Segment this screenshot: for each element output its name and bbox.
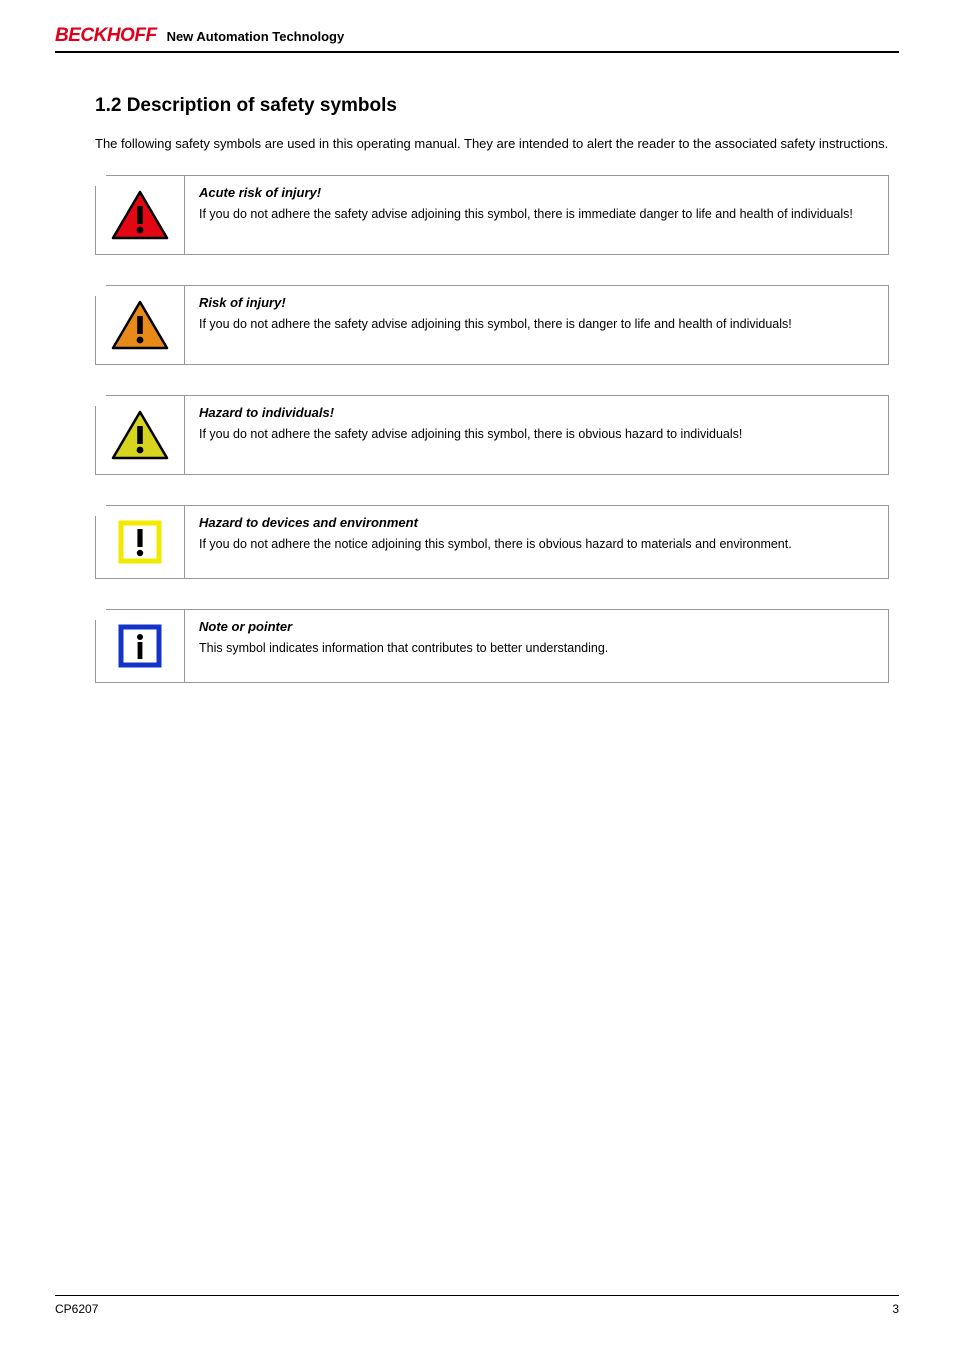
notice-warning: Risk of injury! If you do not adhere the…: [95, 285, 899, 365]
caution-triangle-icon: [111, 410, 169, 460]
info-square-icon: [118, 624, 162, 668]
notice-title: Note or pointer: [199, 618, 874, 636]
brand-logo: BECKHOFF: [55, 25, 157, 47]
notice-title: Hazard to individuals!: [199, 404, 874, 422]
footer-left: CP6207: [55, 1302, 98, 1316]
notice-body: If you do not adhere the safety advise a…: [199, 426, 874, 444]
brand-tagline: New Automation Technology: [167, 29, 345, 44]
icon-cell: [95, 505, 185, 579]
notice-title: Hazard to devices and environment: [199, 514, 874, 532]
footer-right: 3: [892, 1302, 899, 1316]
attention-square-icon: [118, 520, 162, 564]
icon-cell: [95, 285, 185, 365]
notice-text: Risk of injury! If you do not adhere the…: [185, 285, 889, 365]
icon-cell: [95, 395, 185, 475]
notice-text: Hazard to devices and environment If you…: [185, 505, 889, 579]
notice-text: Hazard to individuals! If you do not adh…: [185, 395, 889, 475]
notice-danger: Acute risk of injury! If you do not adhe…: [95, 175, 899, 255]
notice-attention: Hazard to devices and environment If you…: [95, 505, 899, 579]
icon-cell: [95, 609, 185, 683]
notice-body: If you do not adhere the safety advise a…: [199, 316, 874, 334]
icon-cell: [95, 175, 185, 255]
notice-caution: Hazard to individuals! If you do not adh…: [95, 395, 899, 475]
notice-body: If you do not adhere the notice adjoinin…: [199, 536, 874, 554]
notice-title: Acute risk of injury!: [199, 184, 874, 202]
page-header: BECKHOFF New Automation Technology: [55, 25, 899, 53]
page-footer: CP6207 3: [55, 1295, 899, 1316]
danger-triangle-icon: [111, 190, 169, 240]
notice-body: This symbol indicates information that c…: [199, 640, 874, 658]
section-heading: 1.2 Description of safety symbols: [95, 95, 899, 117]
section-intro: The following safety symbols are used in…: [95, 135, 899, 153]
notice-info: Note or pointer This symbol indicates in…: [95, 609, 899, 683]
notice-text: Note or pointer This symbol indicates in…: [185, 609, 889, 683]
notice-title: Risk of injury!: [199, 294, 874, 312]
warning-triangle-icon: [111, 300, 169, 350]
notice-body: If you do not adhere the safety advise a…: [199, 206, 874, 224]
notice-text: Acute risk of injury! If you do not adhe…: [185, 175, 889, 255]
